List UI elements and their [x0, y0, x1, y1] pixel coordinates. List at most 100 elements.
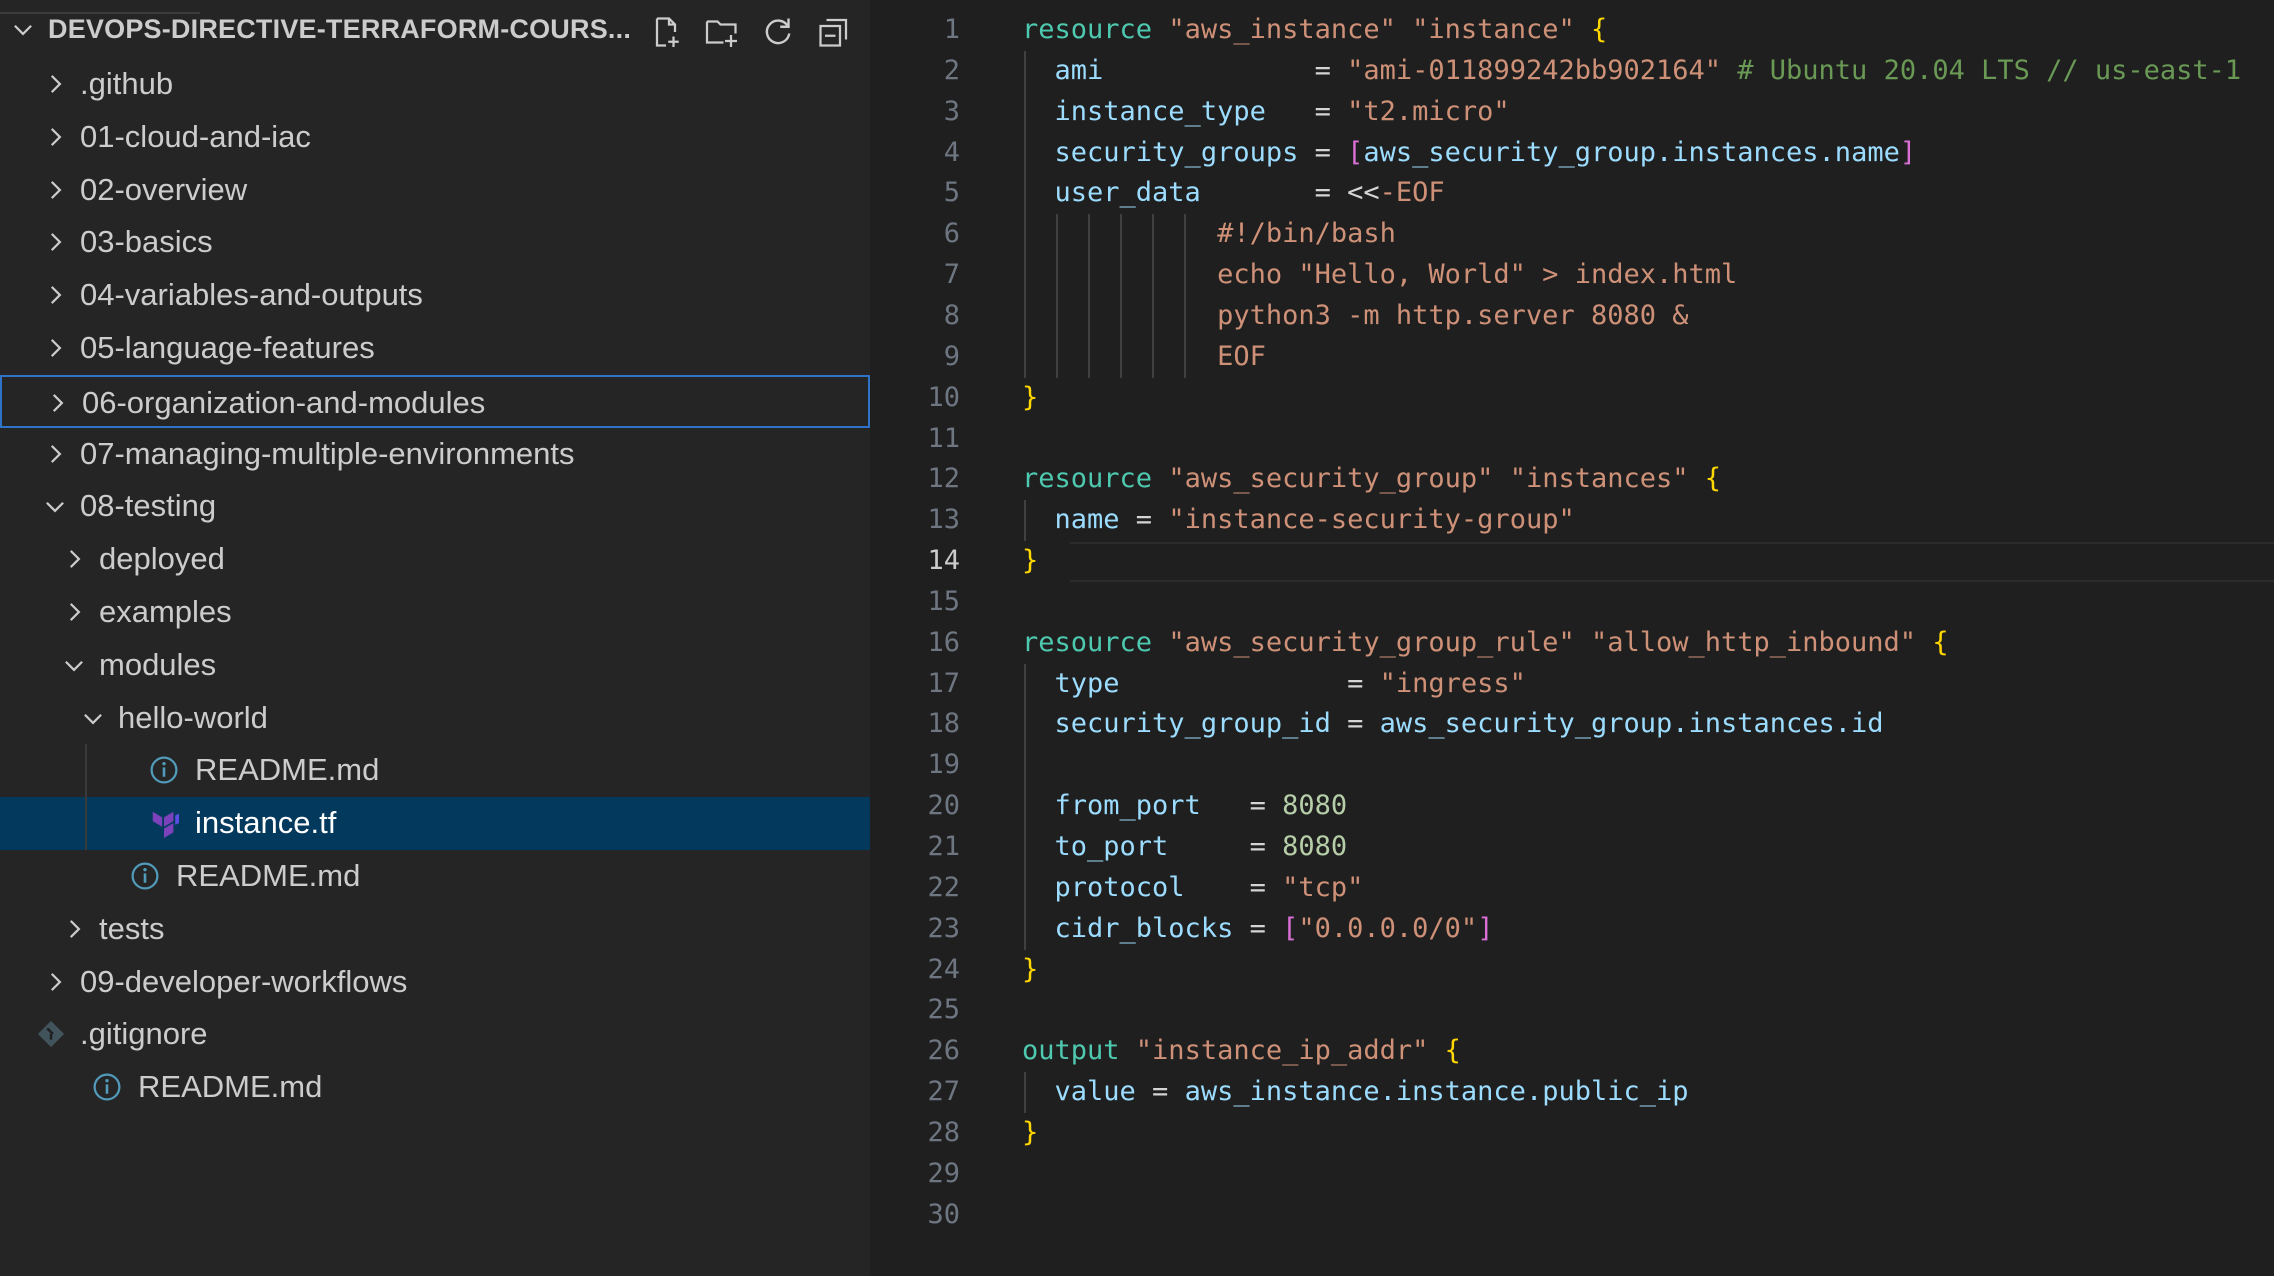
tree-item-label: 07-managing-multiple-environments [80, 435, 575, 471]
tree-folder-item[interactable]: 07-managing-multiple-environments [0, 428, 870, 481]
code-text: } [1022, 381, 1039, 413]
line-number: 30 [927, 1198, 960, 1230]
code-line[interactable]: 29 [870, 1154, 2274, 1195]
tree-folder-item[interactable]: 02-overview [0, 164, 870, 217]
refresh-button[interactable] [758, 12, 798, 52]
line-number: 11 [927, 422, 960, 454]
tree-folder-item[interactable]: deployed [0, 533, 870, 586]
line-number: 28 [927, 1116, 960, 1148]
code-line[interactable]: 16 resource "aws_security_group_rule" "al… [870, 623, 2274, 664]
line-number: 21 [927, 831, 960, 862]
code-line[interactable]: 1 resource "aws_instance" "instance" { [870, 10, 2274, 51]
code-text: instance_type = "t2.micro" [1054, 95, 1510, 127]
tree-item-label: hello-world [118, 699, 268, 735]
code-text: resource "aws_security_group_rule" "allo… [1022, 626, 1949, 658]
tree-folder-item[interactable]: examples [0, 586, 870, 639]
code-line[interactable]: 7 echo "Hello, World" > index.html [870, 255, 2274, 296]
tree-folder-item[interactable]: .github [0, 58, 870, 111]
collapse-all-button[interactable] [814, 12, 854, 52]
line-number: 9 [943, 340, 960, 372]
tree-file-item[interactable]: README.md [0, 744, 870, 797]
tree-folder-item[interactable]: hello-world [0, 692, 870, 745]
tree-item-label: 03-basics [80, 224, 213, 260]
code-line[interactable]: 20 from_port = 8080 [870, 786, 2274, 827]
code-line[interactable]: 30 [870, 1195, 2274, 1236]
code-text: to_port = 8080 [1054, 831, 1348, 862]
tree-folder-item[interactable]: modules [0, 639, 870, 692]
code-line[interactable]: 12 resource "aws_security_group" "instanc… [870, 459, 2274, 500]
code-line[interactable]: 6 #!/bin/bash [870, 214, 2274, 255]
chevron-right-icon [69, 550, 81, 569]
new-folder-button[interactable] [702, 12, 742, 52]
code-line[interactable]: 9 EOF [870, 337, 2274, 378]
code-line[interactable]: 13 name = "instance-security-group" [870, 500, 2274, 541]
line-number: 26 [927, 1035, 960, 1067]
code-line[interactable]: 14} [870, 541, 2274, 582]
tree-folder-item[interactable]: 09-developer-workflows [0, 956, 870, 1009]
chevron-down-icon[interactable] [10, 16, 36, 42]
refresh-icon [765, 18, 791, 45]
tree-item-label: README.md [176, 858, 361, 893]
code-line[interactable]: 28} [870, 1113, 2274, 1154]
chevron-right-icon [50, 286, 62, 305]
code-line[interactable]: 18 security_group_id = aws_security_grou… [870, 704, 2274, 745]
line-number: 24 [927, 953, 960, 985]
line-number: 23 [927, 912, 960, 944]
code-line[interactable]: 22 protocol = "tcp" [870, 868, 2274, 909]
code-line[interactable]: 27 value = aws_instance.instance.public_… [870, 1072, 2274, 1113]
tree-folder-item[interactable]: 06-organization-and-modules [0, 374, 870, 428]
code-line[interactable]: 10} [870, 378, 2274, 419]
chevron-right-icon [69, 919, 81, 938]
code-line[interactable]: 11 [870, 419, 2274, 460]
line-number: 12 [927, 463, 960, 495]
code-line[interactable]: 15 [870, 582, 2274, 623]
code-line[interactable]: 23 cidr_blocks = ["0.0.0.0/0"] [870, 909, 2274, 950]
tree-folder-item[interactable]: tests [0, 903, 870, 956]
code-line[interactable]: 8 python3 -m http.server 8080 & [870, 296, 2274, 337]
tree-item-label: 04-variables-and-outputs [80, 277, 423, 313]
new-file-button[interactable] [646, 12, 686, 52]
tree-folder-item[interactable]: 01-cloud-and-iac [0, 111, 870, 164]
tree-file-item[interactable]: instance.tf [0, 797, 870, 851]
line-number: 17 [927, 667, 960, 699]
code-line[interactable]: 25 [870, 990, 2274, 1031]
indent-guide [1024, 663, 1026, 950]
indent-guide [1120, 214, 1122, 378]
code-text: user_data = <<-EOF [1054, 177, 1445, 209]
code-line[interactable]: 24} [870, 950, 2274, 991]
tree-item-label: tests [99, 910, 165, 946]
code-line[interactable]: 26 output "instance_ip_addr" { [870, 1031, 2274, 1072]
chevron-right-icon [50, 180, 62, 199]
line-number: 29 [927, 1157, 960, 1189]
line-number: 6 [943, 218, 960, 250]
code-line[interactable]: 4 security_groups = [aws_security_group.… [870, 133, 2274, 174]
code-line[interactable]: 5 user_data = <<-EOF [870, 173, 2274, 214]
chevron-right-icon [50, 127, 62, 146]
line-number: 25 [927, 994, 960, 1026]
line-number: 1 [943, 14, 960, 45]
tree-folder-item[interactable]: 03-basics [0, 216, 870, 269]
code-line[interactable]: 2 ami = "ami-011899242bb902164" # Ubuntu… [870, 51, 2274, 92]
code-editor[interactable]: 1 resource "aws_instance" "instance" {2 a… [870, 0, 2274, 1276]
tree-file-item[interactable]: README.md [0, 1061, 870, 1114]
code-text: EOF [1217, 340, 1266, 372]
indent-guide [1152, 214, 1154, 378]
code-text: ami = "ami-011899242bb902164" # Ubuntu 2… [1054, 54, 2242, 86]
code-text: type = "ingress" [1054, 667, 1526, 699]
line-number: 14 [927, 545, 960, 577]
chevron-down-icon [84, 713, 102, 725]
tree-folder-item[interactable]: 04-variables-and-outputs [0, 269, 870, 322]
tree-file-item[interactable]: README.md [0, 850, 870, 903]
tree-folder-item[interactable]: 08-testing [0, 480, 870, 533]
tree-item-label: 06-organization-and-modules [82, 384, 486, 420]
tree-folder-item[interactable]: 05-language-features [0, 322, 870, 375]
tree-file-item[interactable]: .gitignore [0, 1008, 870, 1061]
explorer-header[interactable]: DEVOPS-DIRECTIVE-TERRAFORM-COURS... [0, 4, 870, 58]
code-line[interactable]: 19 [870, 745, 2274, 786]
code-line[interactable]: 21 to_port = 8080 [870, 827, 2274, 868]
indent-guide [1056, 214, 1058, 378]
line-number: 10 [927, 381, 960, 413]
new-folder-icon [705, 20, 737, 47]
code-line[interactable]: 17 type = "ingress" [870, 664, 2274, 705]
code-line[interactable]: 3 instance_type = "t2.micro" [870, 92, 2274, 133]
